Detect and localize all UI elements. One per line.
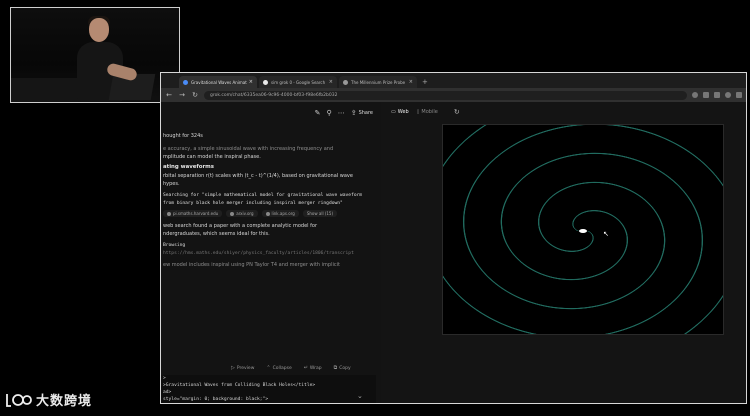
- wrap-button[interactable]: ↵ Wrap: [304, 365, 322, 371]
- section-heading: ating waveforms: [163, 164, 214, 170]
- thought-status[interactable]: hought for 324s: [163, 132, 373, 140]
- phone-icon: ▯: [416, 109, 420, 115]
- chat-text: rbital separation r(t) scales with (t_c …: [163, 173, 353, 179]
- grok-page: ✎ ⚲ ⋯ ⇪ Share hought for 324s e accuracy…: [161, 102, 746, 403]
- forward-button[interactable]: →: [178, 91, 186, 99]
- chat-text: e accuracy, a simple sinusoidal wave wit…: [163, 146, 334, 152]
- chat-text: web search found a paper with a complete…: [163, 223, 317, 229]
- source-chip[interactable]: arxiv.org: [226, 210, 258, 217]
- code-block[interactable]: > >Gravitational Waves from Colliding Bl…: [161, 375, 376, 403]
- play-icon: ▷: [231, 365, 235, 371]
- browsing-url[interactable]: https://hms.maths.edu/shiyer/physics_fac…: [163, 250, 373, 258]
- chat-text: ew model includes inspiral using PN Tayl…: [163, 262, 340, 268]
- grok-favicon-icon: [183, 79, 188, 85]
- mobile-view-button[interactable]: ▯ Mobile: [417, 109, 438, 115]
- share-button[interactable]: ⇪ Share: [351, 109, 373, 117]
- chat-toolbar: ✎ ⚲ ⋯ ⇪ Share: [161, 102, 381, 124]
- animation-canvas[interactable]: ↖: [442, 124, 724, 335]
- code-line: >: [163, 376, 166, 381]
- more-icon[interactable]: ⋯: [338, 109, 345, 117]
- chat-pane: ✎ ⚲ ⋯ ⇪ Share hought for 324s e accuracy…: [161, 102, 381, 403]
- code-line: >Gravitational Waves from Colliding Blac…: [163, 383, 316, 388]
- monitor-icon: ▭: [391, 109, 396, 115]
- tab-title: Gravitational Waves Animatio: [191, 79, 247, 85]
- tab-strip: Gravitational Waves Animatio × sim grok …: [161, 73, 746, 88]
- presenter-webcam: [10, 7, 180, 103]
- close-tab-icon[interactable]: ×: [409, 79, 413, 85]
- profile-avatar-icon[interactable]: [725, 92, 731, 98]
- mobile-label: Mobile: [421, 109, 438, 115]
- presenter-head: [89, 18, 109, 42]
- collapse-icon: ⌃: [266, 365, 271, 371]
- close-tab-icon[interactable]: ×: [329, 79, 333, 85]
- share-icon: ⇪: [350, 109, 357, 117]
- preview-label: Preview: [236, 365, 255, 371]
- tab-gravitational-waves[interactable]: Gravitational Waves Animatio ×: [179, 76, 257, 88]
- tab-title: sim grok 0 - Google Search: [271, 79, 326, 85]
- web-label: Web: [397, 109, 409, 115]
- code-line: style="margin: 0; background: black;">: [163, 397, 269, 402]
- search-query: Searching for "simple mathematical model…: [163, 193, 363, 198]
- watermark-logo-icon: [6, 393, 32, 407]
- tab-title: The Millennium Prize Probe: [351, 79, 406, 85]
- chat-transcript: hought for 324s e accuracy, a simple sin…: [163, 132, 373, 269]
- preview-pane: ▭ Web ▯ Mobile ↻ ↖: [381, 102, 746, 403]
- refresh-preview-icon[interactable]: ↻: [454, 108, 460, 116]
- browser-window: Gravitational Waves Animatio × sim grok …: [160, 72, 747, 404]
- webcam-couch: [11, 78, 81, 102]
- tab-millennium-prize[interactable]: The Millennium Prize Probe ×: [339, 76, 417, 88]
- site-icon: [230, 211, 235, 216]
- source-label: pi.smaths.harvard.edu: [173, 211, 219, 216]
- web-view-button[interactable]: ▭ Web: [391, 109, 409, 115]
- preview-button[interactable]: ▷ Preview: [231, 365, 254, 371]
- scroll-down-icon[interactable]: ⌄: [357, 392, 363, 400]
- close-tab-icon[interactable]: ×: [249, 79, 253, 85]
- mouse-cursor-icon: ↖: [603, 230, 609, 238]
- collapse-label: Collapse: [272, 365, 292, 371]
- page-favicon-icon: [343, 79, 348, 85]
- address-bar[interactable]: grok.com/chat/6335ea06-9c96-4000-bf03-f9…: [204, 90, 687, 100]
- site-icon: [167, 211, 171, 216]
- chat-text: hypes.: [163, 181, 180, 187]
- back-button[interactable]: ←: [165, 91, 173, 99]
- extension-icon[interactable]: [703, 92, 709, 98]
- source-chip[interactable]: pi.smaths.harvard.edu: [163, 210, 223, 217]
- edit-icon[interactable]: ✎: [315, 109, 321, 117]
- black-hole-pair: [579, 229, 587, 233]
- collapse-button[interactable]: ⌃ Collapse: [266, 365, 291, 371]
- show-all-sources[interactable]: Show all (15): [302, 210, 338, 217]
- code-actions: ▷ Preview ⌃ Collapse ↵ Wrap ⧉ Copy: [231, 365, 351, 371]
- watermark-text: 大数跨境: [36, 394, 93, 409]
- tab-google-search[interactable]: sim grok 0 - Google Search ×: [259, 76, 337, 88]
- menu-icon[interactable]: [736, 92, 742, 98]
- preview-toggle: ▭ Web ▯ Mobile ↻: [391, 108, 460, 116]
- bookmark-icon[interactable]: [692, 92, 698, 98]
- chat-text: mplitude can model the inspiral phase.: [163, 154, 261, 160]
- share-label: Share: [358, 110, 373, 116]
- browser-toolbar: ← → ↻ grok.com/chat/6335ea06-9c96-4000-b…: [161, 88, 746, 102]
- browsing-label: Browsing: [163, 243, 186, 248]
- site-icon: [265, 211, 270, 216]
- source-chip[interactable]: link.aps.org: [261, 210, 299, 217]
- pin-icon[interactable]: ⚲: [327, 109, 332, 117]
- copy-icon: ⧉: [333, 365, 338, 371]
- wrap-label: Wrap: [309, 365, 322, 371]
- source-label: Show all (15): [306, 211, 334, 216]
- watermark: 大数跨境: [4, 390, 92, 409]
- download-icon[interactable]: [714, 92, 720, 98]
- reload-button[interactable]: ↻: [191, 91, 199, 99]
- copy-label: Copy: [339, 365, 351, 371]
- source-label: arxiv.org: [236, 211, 254, 216]
- code-line: ad>: [163, 390, 172, 395]
- copy-button[interactable]: ⧉ Copy: [334, 365, 351, 371]
- wrap-icon: ↵: [303, 365, 308, 371]
- gravitational-wave-spiral: [443, 125, 723, 334]
- chat-text: ndergraduates, which seems ideal for thi…: [163, 231, 270, 237]
- source-list: pi.smaths.harvard.edu arxiv.org link.aps…: [163, 210, 373, 217]
- search-query: from binary black hole merger including …: [163, 201, 343, 206]
- google-favicon-icon: [263, 79, 268, 85]
- source-label: link.aps.org: [271, 211, 295, 216]
- new-tab-button[interactable]: +: [422, 76, 428, 88]
